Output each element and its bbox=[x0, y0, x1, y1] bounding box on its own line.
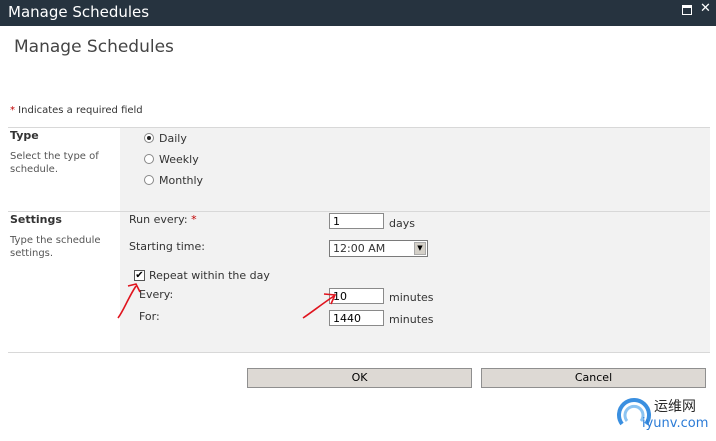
chevron-down-icon[interactable]: ▼ bbox=[414, 242, 426, 255]
annotation-arrow-checkbox bbox=[117, 283, 141, 319]
repeat-label: Repeat within the day bbox=[149, 269, 270, 282]
watermark-text-en: iyunv.com bbox=[642, 416, 709, 431]
settings-panel bbox=[120, 212, 710, 352]
required-star: * bbox=[191, 213, 197, 226]
section-divider bbox=[8, 352, 710, 353]
for-unit: minutes bbox=[389, 313, 434, 326]
run-every-input[interactable]: 1 bbox=[329, 213, 384, 229]
required-field-note: * Indicates a required field bbox=[10, 105, 143, 116]
page-title: Manage Schedules bbox=[14, 37, 174, 57]
type-panel bbox=[120, 128, 710, 211]
maximize-icon[interactable] bbox=[682, 5, 692, 15]
run-every-label-text: Run every: bbox=[129, 213, 192, 226]
watermark-logo: 运维网 iyunv.com bbox=[612, 392, 716, 441]
starting-time-select[interactable]: 12:00 AM ▼ bbox=[329, 240, 428, 257]
starting-time-value: 12:00 AM bbox=[333, 242, 386, 255]
radio-label: Monthly bbox=[159, 174, 204, 187]
radio-button[interactable] bbox=[144, 133, 154, 143]
window-title: Manage Schedules bbox=[8, 3, 150, 21]
cancel-button[interactable]: Cancel bbox=[481, 368, 706, 388]
every-unit: minutes bbox=[389, 291, 434, 304]
starting-time-label: Starting time: bbox=[129, 240, 205, 253]
radio-label: Weekly bbox=[159, 153, 199, 166]
ok-button[interactable]: OK bbox=[247, 368, 472, 388]
window-titlebar: Manage Schedules ✕ bbox=[0, 0, 716, 26]
settings-section-title: Settings bbox=[10, 213, 62, 226]
settings-section-description: Type the schedule settings. bbox=[10, 235, 101, 259]
radio-button[interactable] bbox=[144, 175, 154, 185]
watermark-text-cn: 运维网 bbox=[654, 399, 696, 415]
run-every-unit: days bbox=[389, 217, 415, 230]
type-section-description: Select the type of schedule. bbox=[10, 151, 99, 175]
radio-label: Daily bbox=[159, 132, 187, 145]
run-every-label: Run every: * bbox=[129, 213, 197, 226]
radio-button[interactable] bbox=[144, 154, 154, 164]
required-note-text: Indicates a required field bbox=[15, 105, 143, 116]
annotation-arrow-every bbox=[302, 293, 337, 319]
type-section-title: Type bbox=[10, 129, 39, 142]
close-icon[interactable]: ✕ bbox=[700, 2, 711, 15]
